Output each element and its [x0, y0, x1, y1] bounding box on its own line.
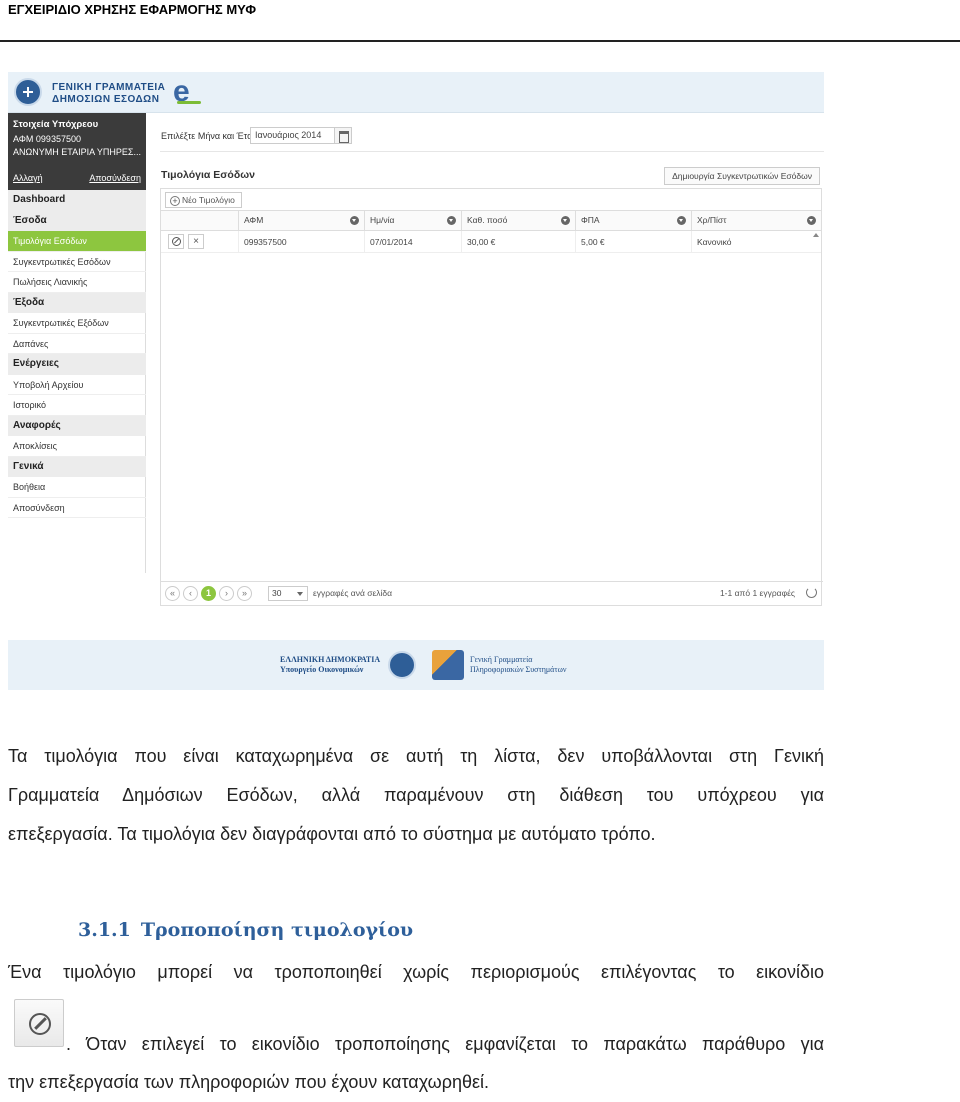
refresh-icon[interactable]	[806, 587, 817, 598]
page-size-label: εγγραφές ανά σελίδα	[313, 588, 393, 598]
cell-date: 07/01/2014	[364, 231, 461, 253]
gsis-logo-icon	[432, 650, 464, 680]
page-size-select[interactable]: 30	[268, 586, 308, 601]
section-title: Τροποποίηση τιμολογίου	[140, 919, 414, 941]
scroll-up-icon[interactable]	[813, 233, 819, 237]
header-rule	[0, 40, 960, 42]
cell-vat: 5,00 €	[575, 231, 691, 253]
delete-button[interactable]: ×	[188, 234, 204, 249]
sidebar-item-income-invoices[interactable]: Τιμολόγια Εσόδων	[8, 231, 146, 252]
sidebar-section-income: Έσοδα	[8, 210, 146, 231]
filter-icon[interactable]	[350, 216, 359, 225]
footer-ministry: Υπουργείο Οικονομικών	[280, 665, 364, 674]
app-banner: ΓΕΝΙΚΗ ΓΡΑΜΜΑΤΕΙΑ ΔΗΜΟΣΙΩΝ ΕΣΟΔΩΝ e	[8, 72, 824, 113]
sidebar-item-expense-summaries[interactable]: Συγκεντρωτικές Εξόδων	[8, 313, 146, 334]
main-content: Επιλέξτε Μήνα και Έτος: Ιανουάριος 2014 …	[160, 113, 824, 608]
record-count: 1-1 από 1 εγγραφές	[719, 588, 795, 598]
e-logo-icon: e	[173, 77, 205, 109]
sidebar-item-expenses[interactable]: Δαπάνες	[8, 334, 146, 354]
sidebar-item-income-summaries[interactable]: Συγκεντρωτικές Εσόδων	[8, 252, 146, 272]
grid-header: ΑΦΜ Ημ/νία Καθ. ποσό ΦΠΑ Χρ/Πίστ	[161, 211, 821, 231]
taxpayer-name: ΑΝΩΝΥΜΗ ΕΤΑΙΡΙΑ ΥΠΗΡΕΣ...	[13, 147, 141, 157]
grid-toolbar: + Νέο Τιμολόγιο	[161, 189, 821, 211]
sidebar-item-receipts[interactable]: Αποκλίσεις	[8, 436, 146, 457]
emblem-icon	[14, 78, 42, 106]
calendar-icon[interactable]	[334, 128, 351, 143]
taxpayer-title: Στοιχεία Υπόχρεου	[13, 119, 99, 130]
create-summary-button[interactable]: Δημιουργία Συγκεντρωτικών Εσόδων	[664, 167, 820, 185]
panel-title: Τιμολόγια Εσόδων	[161, 169, 255, 181]
document-header: ΕΓΧΕΙΡΙΔΙΟ ΧΡΗΣΗΣ ΕΦΑΡΜΟΓΗΣ ΜΥΦ	[8, 2, 257, 17]
filter-icon[interactable]	[447, 216, 456, 225]
logout-link[interactable]: Αποσύνδεση	[89, 173, 141, 183]
sidebar-item-dashboard[interactable]: Dashboard	[8, 190, 146, 211]
emblem-icon	[388, 651, 416, 679]
column-header-afm[interactable]: ΑΦΜ	[238, 211, 364, 230]
footer-gs-line1: Γενική Γραμματεία	[470, 655, 533, 664]
paragraph-edit-line3: την επεξεργασία των πληροφοριών που έχου…	[8, 1072, 490, 1092]
table-row[interactable]: × 099357500 07/01/2014 30,00 € 5,00 € Κα…	[161, 231, 821, 253]
edit-icon	[14, 999, 64, 1047]
prev-page-button[interactable]: ‹	[183, 586, 198, 601]
sidebar-section-general: Γενικά	[8, 456, 146, 477]
sidebar-section-reports: Αναφορές	[8, 415, 146, 436]
app-footer: ΕΛΛΗΝΙΚΗ ΔΗΜΟΚΡΑΤΙΑ Υπουργείο Οικονομικώ…	[8, 640, 824, 690]
org-name-line2: ΔΗΜΟΣΙΩΝ ΕΣΟΔΩΝ	[52, 94, 160, 105]
invoices-grid: + Νέο Τιμολόγιο ΑΦΜ Ημ/νία Καθ. ποσό ΦΠΑ …	[160, 188, 823, 606]
sidebar-item-history[interactable]: Ιστορικό	[8, 395, 146, 416]
new-invoice-label: Νέο Τιμολόγιο	[182, 195, 235, 205]
footer-gs-line2: Πληροφοριακών Συστημάτων	[470, 665, 567, 674]
filter-icon[interactable]	[561, 216, 570, 225]
sidebar-section-actions: Ενέργειες	[8, 354, 146, 375]
cell-debit-credit: Κανονικό	[691, 231, 821, 253]
month-picker-input[interactable]: Ιανουάριος 2014	[250, 127, 352, 144]
first-page-button[interactable]: «	[165, 586, 180, 601]
sidebar-item-help[interactable]: Βοήθεια	[8, 477, 146, 498]
close-icon: ×	[193, 236, 199, 247]
sidebar-section-expenses: Έξοδα	[8, 292, 146, 313]
cell-afm: 099357500	[238, 231, 364, 253]
column-header-debit-credit[interactable]: Χρ/Πίστ	[691, 211, 821, 230]
column-header-date[interactable]: Ημ/νία	[364, 211, 461, 230]
sidebar-menu: Dashboard Έσοδα Τιμολόγια Εσόδων Συγκεντ…	[8, 190, 146, 518]
last-page-button[interactable]: »	[237, 586, 252, 601]
paragraph-edit-line1: Ένα τιμολόγιο μπορεί να τροποποιηθεί χωρ…	[8, 962, 824, 982]
section-heading: 3.1.1 Τροποποίηση τιμολογίου	[78, 919, 413, 941]
change-taxpayer-link[interactable]: Αλλαγή	[13, 173, 43, 183]
next-page-button[interactable]: ›	[219, 586, 234, 601]
paragraph-edit-line2: . Όταν επιλεγεί το εικονίδιο τροποποίηση…	[66, 1034, 824, 1054]
grid-pager: « ‹ 1 › » 30 εγγραφές ανά σελίδα 1-1 από…	[161, 581, 823, 605]
edit-icon	[172, 237, 181, 246]
month-picker-label: Επιλέξτε Μήνα και Έτος:	[161, 131, 259, 141]
edit-button[interactable]	[168, 234, 184, 249]
sidebar-item-retail-sales[interactable]: Πωλήσεις Λιανικής	[8, 272, 146, 293]
section-number: 3.1.1	[78, 919, 131, 941]
sidebar: Στοιχεία Υπόχρεου ΑΦΜ 099357500 ΑΝΩΝΥΜΗ …	[8, 113, 146, 573]
sidebar-item-logout[interactable]: Αποσύνδεση	[8, 498, 146, 518]
sidebar-item-file-upload[interactable]: Υποβολή Αρχείου	[8, 375, 146, 395]
taxpayer-info: Στοιχεία Υπόχρεου ΑΦΜ 099357500 ΑΝΩΝΥΜΗ …	[8, 113, 146, 190]
app-screenshot: ΓΕΝΙΚΗ ΓΡΑΜΜΑΤΕΙΑ ΔΗΜΟΣΙΩΝ ΕΣΟΔΩΝ e Στοι…	[8, 72, 824, 692]
month-picker-value: Ιανουάριος 2014	[255, 130, 322, 140]
page-button-current[interactable]: 1	[201, 586, 216, 601]
cell-net-amount: 30,00 €	[461, 231, 575, 253]
plus-icon: +	[170, 196, 180, 206]
column-header-net-amount[interactable]: Καθ. ποσό	[461, 211, 575, 230]
paragraph-list-info: Τα τιμολόγια που είναι καταχωρημένα σε α…	[8, 746, 824, 844]
filter-icon[interactable]	[677, 216, 686, 225]
column-header-vat[interactable]: ΦΠΑ	[575, 211, 691, 230]
filter-icon[interactable]	[807, 216, 816, 225]
taxpayer-afm: ΑΦΜ 099357500	[13, 134, 81, 144]
new-invoice-button[interactable]: + Νέο Τιμολόγιο	[165, 192, 242, 208]
org-name-line1: ΓΕΝΙΚΗ ΓΡΑΜΜΑΤΕΙΑ	[52, 82, 166, 93]
footer-republic: ΕΛΛΗΝΙΚΗ ΔΗΜΟΚΡΑΤΙΑ	[280, 655, 381, 664]
